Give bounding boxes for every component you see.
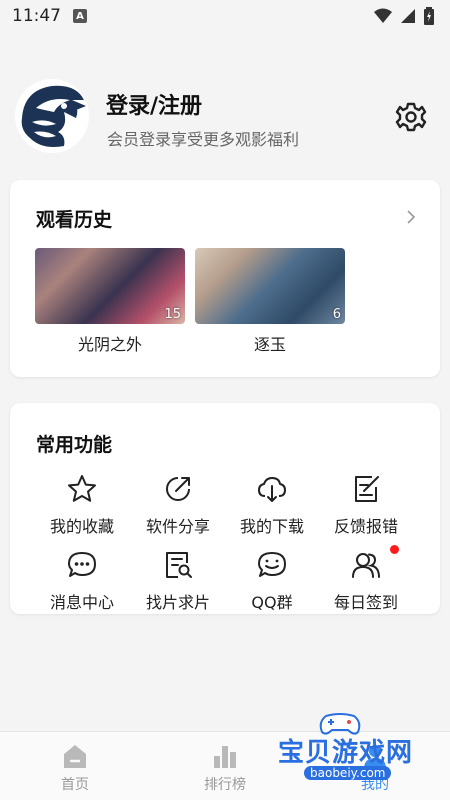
watch-history-title[interactable]: 观看历史 [36,205,112,232]
watermark-title: 宝贝游戏网 [278,738,414,768]
feature-favorites[interactable]: 我的收藏 [32,473,132,539]
profile-header[interactable]: 登录/注册 会员登录享受更多观影福利 [0,78,450,158]
home-icon [64,745,86,768]
feature-label: 我的收藏 [49,517,114,536]
episode-count: 6 [332,307,341,322]
notification-badge-dot [390,545,399,554]
site-watermark: 宝贝游戏网 baobeiy.com [278,712,418,792]
feature-messages[interactable]: 消息中心 [32,549,132,615]
feature-label: 我的下载 [239,517,304,536]
login-subtitle: 会员登录享受更多观影福利 [107,130,300,149]
chat-bubble-icon [68,552,96,577]
search-document-icon [166,552,192,578]
history-thumbnail-1[interactable]: 15 [35,248,185,324]
history-thumbnail-2[interactable]: 6 [195,248,345,324]
settings-gear-icon[interactable] [393,99,429,135]
watermark-url: baobeiy.com [304,766,392,780]
feature-label: 反馈报错 [333,517,398,536]
feature-label: 消息中心 [49,593,114,612]
signal-icon [401,9,415,23]
feature-label: QQ群 [251,593,293,612]
episode-count: 15 [164,307,181,322]
feature-downloads[interactable]: 我的下载 [222,473,322,539]
status-icons [374,7,434,25]
feedback-edit-icon [355,476,379,502]
ranking-icon [214,746,236,768]
chevron-right-icon[interactable] [404,208,418,226]
cloud-download-icon [258,477,286,502]
battery-icon [424,7,434,25]
feature-feedback[interactable]: 反馈报错 [316,473,416,539]
nav-label: 首页 [61,777,89,793]
feature-daily-checkin[interactable]: 每日签到 [316,545,416,615]
share-icon [166,477,190,501]
notification-a-icon: A [73,9,87,23]
feature-share-app[interactable]: 软件分享 [128,473,228,539]
feature-qq-group[interactable]: QQ群 [222,549,322,615]
group-chat-icon [258,552,286,577]
eagle-avatar-icon[interactable] [14,78,90,154]
nav-label: 排行榜 [204,777,246,793]
common-features-card: 常用功能 我的收藏 软件分享 我的下载 反馈报错 消息中心 找片求片 QQ群 每… [10,403,440,614]
history-item-title-1[interactable]: 光阴之外 [35,331,185,355]
feature-label: 每日签到 [333,593,398,612]
status-bar: 11:47 A [0,0,450,32]
history-item-title-2[interactable]: 逐玉 [195,331,345,355]
users-icon [352,553,380,578]
common-features-title: 常用功能 [36,434,113,456]
watch-history-card: 观看历史 15 光阴之外 6 逐玉 [10,180,440,377]
feature-request-movie[interactable]: 找片求片 [128,549,228,615]
nav-home[interactable]: 首页 [20,732,130,800]
feature-label: 软件分享 [145,517,210,536]
nav-ranking[interactable]: 排行榜 [170,732,280,800]
feature-label: 找片求片 [145,593,210,612]
star-icon [68,475,96,502]
status-time: 11:47 [12,6,61,26]
wifi-icon [374,8,392,23]
login-register-title[interactable]: 登录/注册 [106,88,202,120]
